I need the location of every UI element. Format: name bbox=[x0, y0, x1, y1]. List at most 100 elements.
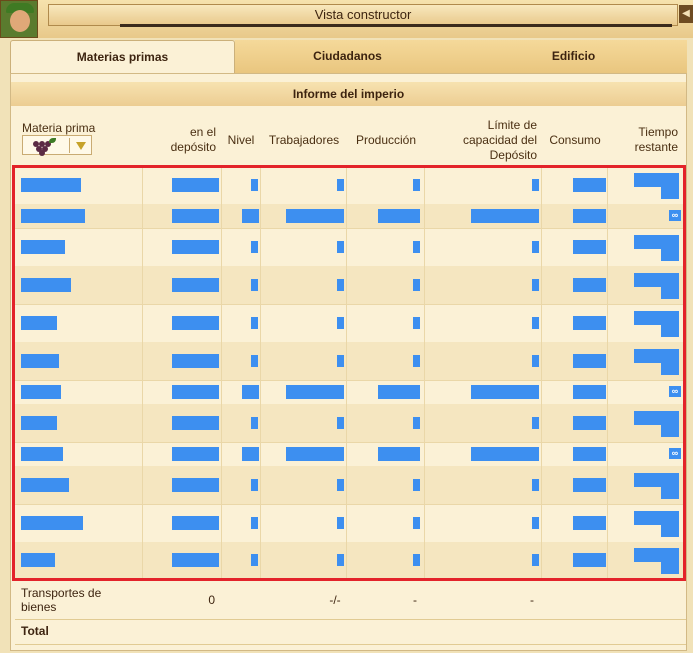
redaction-bar bbox=[573, 178, 606, 192]
redaction-bar bbox=[413, 355, 420, 367]
table-cell bbox=[425, 228, 542, 266]
table-row bbox=[15, 466, 686, 505]
header-workers: Trabajadores bbox=[268, 133, 340, 147]
redaction-bar bbox=[661, 349, 679, 375]
redaction-bar bbox=[413, 554, 420, 566]
redaction-bar bbox=[242, 385, 259, 399]
redaction-bar bbox=[413, 179, 420, 191]
redaction-bar bbox=[471, 385, 539, 399]
table-row bbox=[15, 166, 686, 205]
redaction-bar bbox=[573, 240, 606, 254]
redaction-bar bbox=[172, 385, 219, 399]
redaction-bar bbox=[661, 548, 679, 574]
table-row: ∞ bbox=[15, 204, 686, 229]
redaction-bar bbox=[532, 355, 539, 367]
redaction-bar bbox=[172, 416, 219, 430]
redaction-bar bbox=[661, 235, 679, 261]
infinity-icon: ∞ bbox=[669, 386, 681, 397]
redaction-bar bbox=[532, 517, 539, 529]
redaction-bar bbox=[337, 517, 344, 529]
window-title: Vista constructor bbox=[48, 4, 678, 26]
redaction-bar bbox=[378, 447, 420, 461]
redaction-bar bbox=[251, 417, 258, 429]
grapes-icon bbox=[31, 138, 56, 156]
table-cell bbox=[425, 542, 542, 578]
redaction-bar bbox=[378, 385, 420, 399]
redaction-bar bbox=[413, 241, 420, 253]
transport-capacity: - bbox=[530, 593, 534, 607]
redaction-bar bbox=[532, 417, 539, 429]
redaction-bar bbox=[532, 554, 539, 566]
redaction-bar bbox=[242, 447, 259, 461]
redaction-bar bbox=[21, 354, 59, 368]
redaction-bar bbox=[21, 278, 71, 292]
redaction-bar bbox=[378, 209, 420, 223]
table-cell bbox=[261, 342, 347, 380]
avatar[interactable] bbox=[0, 0, 38, 38]
redaction-bar bbox=[251, 554, 258, 566]
redaction-bar bbox=[337, 554, 344, 566]
redaction-bar bbox=[413, 279, 420, 291]
table-row bbox=[15, 304, 686, 343]
table-cell bbox=[261, 266, 347, 304]
redaction-bar bbox=[532, 279, 539, 291]
redaction-bar bbox=[573, 278, 606, 292]
redaction-bar bbox=[573, 516, 606, 530]
redaction-bar bbox=[172, 516, 219, 530]
redaction-bar bbox=[661, 511, 679, 537]
top-bar: Vista constructor ◀ bbox=[0, 0, 693, 38]
redaction-bar bbox=[661, 473, 679, 499]
redaction-bar bbox=[337, 355, 344, 367]
table-row: ∞ bbox=[15, 442, 686, 467]
redaction-bar bbox=[573, 553, 606, 567]
tab-materias-primas[interactable]: Materias primas bbox=[10, 40, 235, 73]
redaction-bar bbox=[532, 241, 539, 253]
header-time-left: Tiempo restante bbox=[634, 125, 678, 154]
table-cell bbox=[261, 466, 347, 504]
resource-filter-dropdown[interactable] bbox=[22, 135, 92, 156]
table-row bbox=[15, 342, 686, 381]
infinity-icon: ∞ bbox=[669, 210, 681, 221]
redaction-bar bbox=[172, 278, 219, 292]
redaction-bar bbox=[242, 209, 259, 223]
redaction-bar bbox=[172, 478, 219, 492]
redaction-bar bbox=[21, 553, 55, 567]
total-label: Total bbox=[21, 624, 49, 638]
table-cell bbox=[425, 466, 542, 504]
redaction-bar bbox=[573, 316, 606, 330]
redaction-bar bbox=[573, 447, 606, 461]
transport-workers: -/- bbox=[329, 593, 341, 607]
redaction-bar bbox=[172, 447, 219, 461]
redaction-bar bbox=[573, 478, 606, 492]
table-row bbox=[15, 504, 686, 543]
redaction-bar bbox=[413, 517, 420, 529]
tab-edificio[interactable]: Edificio bbox=[460, 40, 687, 73]
redaction-bar bbox=[661, 311, 679, 337]
redaction-bar bbox=[337, 317, 344, 329]
table-cell bbox=[425, 504, 542, 542]
redaction-bar bbox=[21, 178, 81, 192]
header-resource: Materia prima bbox=[22, 121, 96, 135]
title-divider bbox=[120, 24, 672, 27]
redaction-bar bbox=[337, 417, 344, 429]
tab-ciudadanos[interactable]: Ciudadanos bbox=[235, 40, 460, 73]
redaction-bar bbox=[337, 479, 344, 491]
table-row: ∞ bbox=[15, 380, 686, 405]
redaction-bar bbox=[172, 553, 219, 567]
redaction-bar bbox=[413, 479, 420, 491]
redaction-bar bbox=[337, 241, 344, 253]
redaction-bar bbox=[21, 478, 69, 492]
redaction-bar bbox=[286, 209, 344, 223]
redaction-bar bbox=[172, 316, 219, 330]
table-cell bbox=[261, 228, 347, 266]
redaction-bar bbox=[413, 417, 420, 429]
transport-label: Transportes de bienes bbox=[21, 586, 102, 614]
redaction-bar bbox=[573, 416, 606, 430]
header-consumption: Consumo bbox=[549, 133, 601, 147]
redaction-bar bbox=[172, 240, 219, 254]
header-level: Nivel bbox=[227, 133, 255, 147]
redaction-bar bbox=[286, 447, 344, 461]
infinity-icon: ∞ bbox=[669, 448, 681, 459]
tab-bar: Materias primas Ciudadanos Edificio bbox=[10, 40, 687, 73]
close-arrow-icon[interactable]: ◀ bbox=[679, 5, 693, 23]
